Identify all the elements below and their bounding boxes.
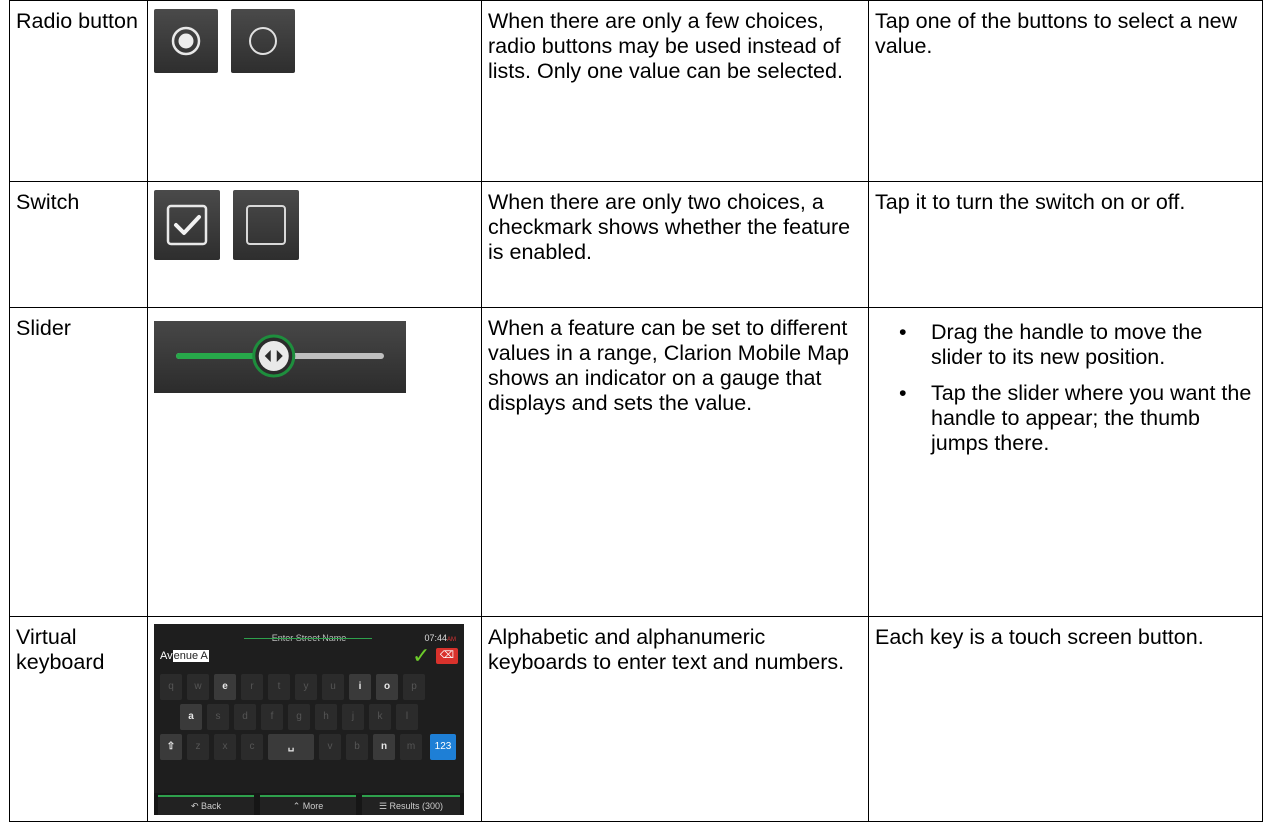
control-image-cell xyxy=(147,307,482,617)
control-action: Drag the handle to move the slider to it… xyxy=(868,307,1263,617)
key[interactable]: s xyxy=(207,704,229,730)
checkbox-checked-icon[interactable] xyxy=(154,190,220,260)
shift-icon[interactable]: ⇧ xyxy=(160,734,182,760)
virtual-keyboard: Enter Street Name 07:44AM Avenue A ✓ ⌫ q… xyxy=(154,624,464,815)
control-action: Each key is a touch screen button. xyxy=(868,616,1263,822)
title-underline xyxy=(244,638,372,639)
key[interactable]: n xyxy=(373,734,395,760)
control-image-cell xyxy=(147,0,482,182)
control-name: Radio button xyxy=(9,0,148,182)
key[interactable]: p xyxy=(403,674,425,700)
keyboard-bottom-bar: ↶ Back ⌃ More ☰ Results (300) xyxy=(154,793,464,815)
slider-control[interactable] xyxy=(154,321,406,393)
key[interactable]: a xyxy=(180,704,202,730)
key[interactable]: g xyxy=(288,704,310,730)
control-description: When there are only a few choices, radio… xyxy=(481,0,869,182)
radio-unselected-icon[interactable] xyxy=(230,9,295,73)
control-action: Tap it to turn the switch on or off. xyxy=(868,181,1263,308)
controls-table: Radio button When there are only a few c… xyxy=(9,0,1263,822)
key[interactable]: d xyxy=(234,704,256,730)
back-button[interactable]: ↶ Back xyxy=(158,795,254,815)
backspace-icon[interactable]: ⌫ xyxy=(436,648,458,664)
list-item: Tap the slider where you want the handle… xyxy=(899,381,1256,456)
key[interactable]: j xyxy=(342,704,364,730)
checkbox-unchecked-icon[interactable] xyxy=(232,190,299,260)
key[interactable]: w xyxy=(187,674,209,700)
key[interactable]: h xyxy=(315,704,337,730)
table-row: Radio button When there are only a few c… xyxy=(9,0,1263,182)
control-name: Switch xyxy=(9,181,148,308)
control-description: When there are only two choices, a check… xyxy=(481,181,869,308)
key[interactable]: y xyxy=(295,674,317,700)
action-list: Drag the handle to move the slider to it… xyxy=(875,320,1256,456)
key[interactable]: k xyxy=(369,704,391,730)
key[interactable]: r xyxy=(241,674,263,700)
table-row: Switch When there are only two choices, … xyxy=(9,181,1263,308)
table-row: Slider When a feature can be set to diff… xyxy=(9,307,1263,617)
key[interactable]: i xyxy=(349,674,371,700)
radio-selected-icon[interactable] xyxy=(154,9,218,73)
more-button[interactable]: ⌃ More xyxy=(260,795,356,815)
key[interactable]: b xyxy=(346,734,368,760)
results-button[interactable]: ☰ Results (300) xyxy=(362,795,460,815)
space-key[interactable]: ␣ xyxy=(268,734,314,760)
slider-graphic xyxy=(176,334,384,378)
key[interactable]: m xyxy=(400,734,422,760)
key[interactable]: v xyxy=(319,734,341,760)
control-description: Alphabetic and alphanumeric keyboards to… xyxy=(481,616,869,822)
slider-handle-icon xyxy=(252,334,296,378)
key[interactable]: x xyxy=(214,734,236,760)
key[interactable]: c xyxy=(241,734,263,760)
key[interactable]: e xyxy=(214,674,236,700)
key[interactable]: o xyxy=(376,674,398,700)
street-input[interactable]: Avenue A xyxy=(160,644,408,668)
list-item: Drag the handle to move the slider to it… xyxy=(899,320,1256,370)
key[interactable]: u xyxy=(322,674,344,700)
confirm-check-icon[interactable]: ✓ xyxy=(412,644,430,668)
key[interactable]: z xyxy=(187,734,209,760)
control-image-cell xyxy=(147,181,482,308)
table-row: Virtual keyboard Enter Street Name 07:44… xyxy=(9,616,1263,822)
control-action: Tap one of the buttons to select a new v… xyxy=(868,0,1263,182)
key[interactable]: l xyxy=(396,704,418,730)
control-description: When a feature can be set to different v… xyxy=(481,307,869,617)
key[interactable]: q xyxy=(160,674,182,700)
key[interactable]: t xyxy=(268,674,290,700)
control-name: Slider xyxy=(9,307,148,617)
control-image-cell: Enter Street Name 07:44AM Avenue A ✓ ⌫ q… xyxy=(147,616,482,822)
control-name: Virtual keyboard xyxy=(9,616,148,822)
key[interactable]: f xyxy=(261,704,283,730)
numeric-key[interactable]: 123 xyxy=(430,734,456,760)
